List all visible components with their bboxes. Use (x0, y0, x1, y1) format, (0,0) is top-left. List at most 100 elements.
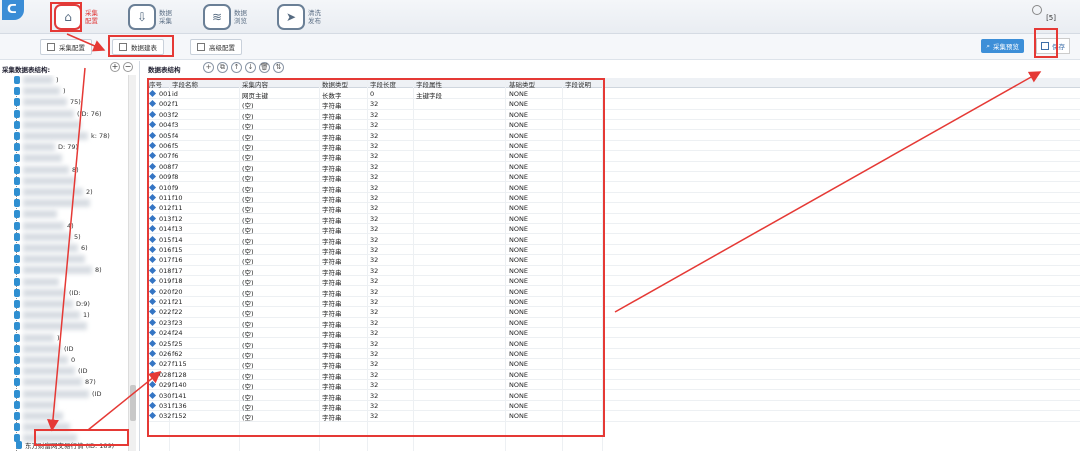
database-icon (14, 356, 20, 364)
nav-clean-publish[interactable]: ➤ 清洗发布 (277, 2, 326, 32)
tree-item[interactable]: D:9) (14, 299, 90, 309)
redacted-label (23, 300, 73, 308)
logo-glyph: ᑕ (7, 2, 17, 16)
tree-item[interactable] (14, 209, 60, 219)
redacted-label (23, 210, 57, 219)
edit-icon (47, 43, 55, 51)
redacted-label (23, 400, 56, 409)
redacted-label (23, 176, 76, 185)
redacted-label (23, 266, 92, 275)
tree-item[interactable]: (ID: 76) (14, 109, 102, 119)
tree-item[interactable] (14, 153, 65, 163)
tree-item-label: 8) (95, 266, 102, 275)
database-icon (14, 188, 20, 196)
redacted-label (23, 109, 74, 118)
tree-item-label: 75) (70, 98, 81, 107)
tree-item[interactable]: 1) (14, 310, 90, 320)
tree-item-label: 5) (74, 232, 81, 241)
tree-item[interactable]: (ID (14, 366, 87, 376)
database-icon (14, 400, 20, 409)
tree-item-label: (ID: 76) (77, 109, 102, 118)
delete-icon[interactable]: 🗑 (259, 62, 270, 73)
nav-label: 采集配置 (85, 9, 98, 25)
collapse-all-icon[interactable]: − (123, 62, 133, 72)
tree-item[interactable]: ) (14, 75, 59, 85)
move-down-icon[interactable]: ↓ (245, 62, 256, 73)
tree-item[interactable]: 4) (14, 221, 74, 231)
tree-item[interactable]: 8) (14, 265, 102, 275)
redacted-label (23, 378, 82, 387)
tree-item-label: ) (57, 333, 60, 342)
tree-item[interactable] (14, 321, 90, 331)
button-label: 采集配置 (59, 44, 85, 52)
collect-config-button[interactable]: 采集配置 (40, 39, 92, 55)
database-icon (16, 441, 22, 449)
redacted-label (23, 356, 68, 364)
tree-item-label: (ID: (69, 288, 81, 297)
tree-item[interactable]: 87) (14, 377, 96, 387)
tree-item[interactable]: 0 (14, 355, 75, 365)
tree-item[interactable]: 75) (14, 97, 81, 107)
tree-item[interactable] (14, 400, 59, 410)
database-icon (14, 210, 20, 219)
copy-icon[interactable]: ⧉ (217, 62, 228, 73)
database-icon (14, 311, 20, 320)
tree-item[interactable] (14, 120, 84, 130)
annotation-box-tree-item (34, 429, 129, 446)
annotation-box-save (1034, 28, 1058, 58)
nav-label: 清洗发布 (308, 9, 321, 25)
database-icon (14, 344, 20, 353)
refresh-icon[interactable] (1032, 5, 1042, 15)
tree-scrollbar[interactable] (128, 75, 136, 451)
nav-data-browse[interactable]: ≋ 数据浏览 (203, 2, 252, 32)
panel-title: 采集数据表结构: (2, 66, 51, 74)
redacted-label (23, 277, 59, 286)
search-icon: ⌕ (986, 41, 990, 50)
tree-item[interactable]: 5) (14, 232, 81, 242)
tree-item[interactable]: k: 78) (14, 131, 110, 141)
preview-button[interactable]: ⌕ 采集预览 (981, 39, 1024, 53)
tree-item[interactable]: ) (14, 86, 66, 96)
tree-item[interactable] (14, 254, 88, 264)
tree-item[interactable]: ) (14, 333, 60, 343)
sort-icon[interactable]: ⇅ (273, 62, 284, 73)
tree-item[interactable]: (ID (14, 344, 73, 354)
nav-data-collect[interactable]: ⇩ 数据采集 (128, 2, 177, 32)
tree-item[interactable] (14, 176, 79, 186)
tree-item-label: (ID (92, 389, 102, 398)
annotation-box-grid (147, 78, 605, 437)
expand-all-icon[interactable]: + (110, 62, 120, 72)
annotation-box-datatable (108, 35, 174, 57)
table-tree: )) 75) (ID: 76) k: 78) D: 79) 8) 2) 4) 5) 6) 8) (ID… (0, 75, 128, 451)
tree-item-label: 8) (72, 165, 79, 174)
download-icon: ⇩ (128, 4, 156, 30)
scroll-thumb[interactable] (130, 385, 136, 421)
tree-item[interactable]: 6) (14, 243, 88, 253)
redacted-label (23, 244, 78, 252)
database-icon (14, 322, 20, 331)
tree-item[interactable]: 2) (14, 187, 93, 197)
tree-item[interactable]: (ID (14, 389, 101, 399)
tree-item[interactable]: D: 79) (14, 142, 78, 152)
tree-item[interactable] (14, 198, 93, 208)
advanced-config-button[interactable]: 高级配置 (190, 39, 242, 55)
database-icon (14, 154, 20, 163)
redacted-label (23, 322, 87, 331)
redacted-label (23, 199, 90, 208)
redacted-label (23, 221, 64, 230)
database-icon (14, 255, 20, 264)
database-icon (14, 277, 20, 286)
database-icon (14, 333, 20, 342)
move-up-icon[interactable]: ↑ (231, 62, 242, 73)
database-icon (14, 176, 20, 185)
tree-item-label: ) (63, 87, 66, 96)
tree-item[interactable] (14, 277, 62, 287)
tree-item[interactable] (14, 411, 66, 421)
tree-item[interactable]: 8) (14, 165, 79, 175)
add-icon[interactable]: + (203, 62, 214, 73)
redacted-label (23, 76, 53, 84)
tree-item[interactable]: (ID: (14, 288, 81, 298)
database-icon (14, 412, 20, 420)
top-header: ᑕ ⌂ 采集配置 ⇩ 数据采集 ≋ 数据浏览 ➤ 清洗发布 [5] (0, 0, 1080, 34)
redacted-label (23, 98, 67, 107)
